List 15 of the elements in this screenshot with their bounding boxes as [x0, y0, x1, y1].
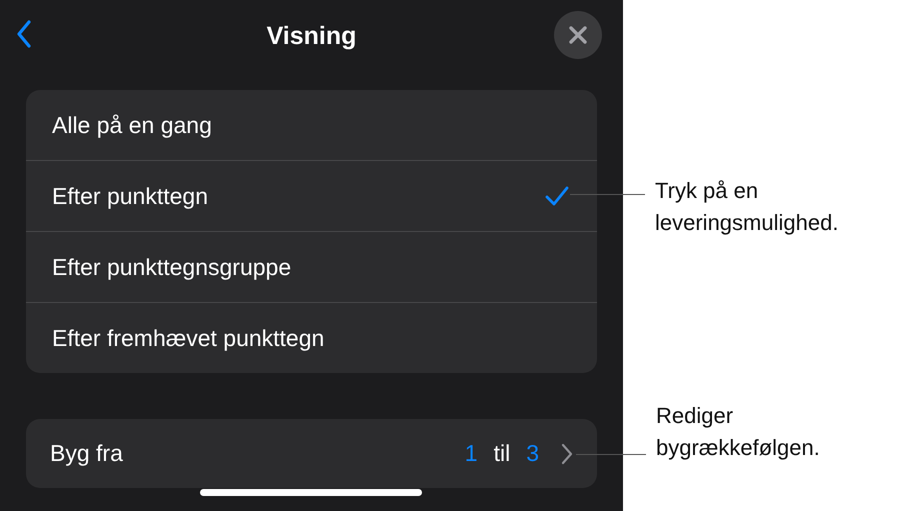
back-icon[interactable] — [16, 20, 32, 48]
build-from-row[interactable]: Byg fra 1 til 3 — [26, 419, 597, 488]
chevron-icon — [561, 442, 573, 464]
callout-text: Rediger bygrækkefølgen. — [656, 402, 821, 462]
build-end-value[interactable]: 3 — [526, 440, 539, 467]
window-title: Visning — [266, 22, 356, 50]
option-row[interactable]: Alle på en gang — [26, 90, 597, 160]
til-label: til — [494, 440, 510, 467]
option-row[interactable]: Efter punkttegn — [26, 160, 597, 231]
build-start-value[interactable]: 1 — [464, 440, 478, 467]
leader-line — [576, 454, 646, 455]
option-row[interactable]: Efter punkttegnsgruppe — [26, 231, 597, 302]
callout-text: Tryk på en leveringsmulighed. — [655, 177, 840, 237]
option-row[interactable]: Efter fremhævet punkttegn — [26, 302, 597, 373]
close-icon[interactable] — [554, 11, 602, 59]
